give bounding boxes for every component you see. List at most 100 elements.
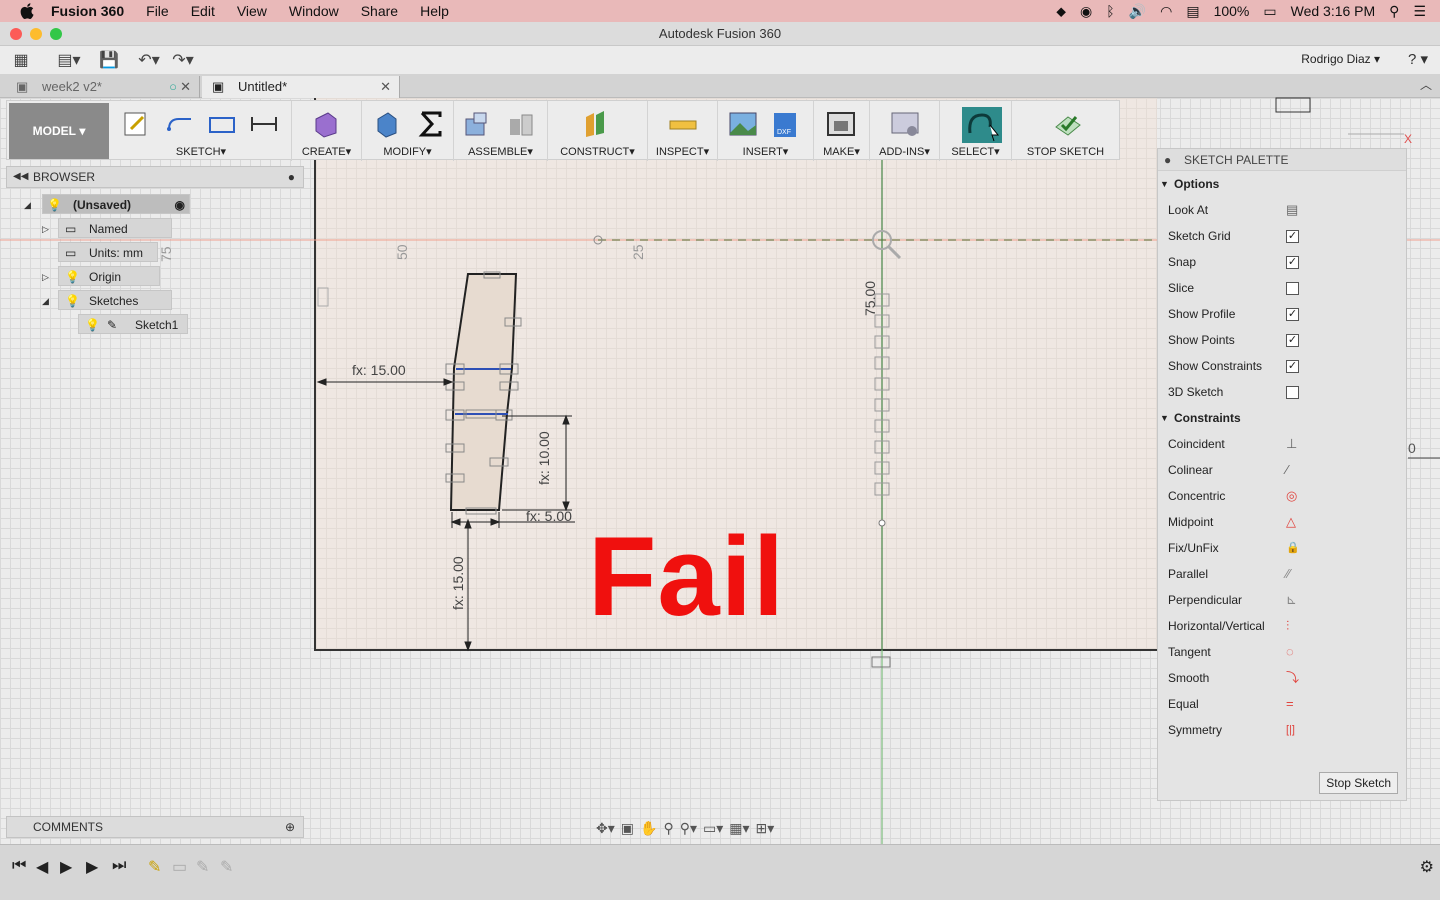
browser-node-units[interactable]: ▭ Units: mm <box>58 242 158 262</box>
step-back-icon[interactable]: ◀ <box>36 857 48 877</box>
3d-sketch-checkbox[interactable] <box>1286 386 1299 399</box>
rectangle-tool-icon[interactable] <box>207 109 237 139</box>
attached-canvas-icon[interactable] <box>728 109 758 139</box>
viewports-icon[interactable]: ⊞▾ <box>756 820 775 837</box>
timeline-feature-icon[interactable]: ✎ <box>196 857 209 877</box>
option-look-at[interactable]: Look At ▤ <box>1158 197 1406 223</box>
dimension-tool-icon[interactable] <box>249 109 279 139</box>
toolbar-group-stop-sketch[interactable]: STOP SKETCH <box>1011 101 1119 161</box>
timeline-sketch-feature-icon[interactable]: ✎ <box>148 857 161 877</box>
constraints-section-header[interactable]: ▼ Constraints <box>1158 405 1406 431</box>
sketch-menu-label[interactable]: SKETCH▾ <box>111 145 291 158</box>
toolbar-group-modify[interactable]: MODIFY▾ <box>361 101 453 161</box>
constraint-concentric[interactable]: Concentric ◎ <box>1158 483 1406 509</box>
toolbar-group-create[interactable]: CREATE▾ <box>291 101 361 161</box>
dimension-fx15-vertical[interactable]: fx: 15.00 <box>450 556 466 610</box>
sketch-grid-checkbox[interactable]: ✓ <box>1286 230 1299 243</box>
expand-triangle-icon[interactable]: ▷ <box>42 272 49 283</box>
symmetry-icon[interactable]: [|] <box>1286 717 1295 743</box>
palette-header[interactable]: ● SKETCH PALETTE <box>1158 149 1406 171</box>
zoom-icon[interactable]: ⚲ <box>663 820 673 837</box>
make-menu-label[interactable]: MAKE▾ <box>814 145 869 158</box>
assemble-menu-label[interactable]: ASSEMBLE▾ <box>454 145 547 158</box>
options-section-header[interactable]: ▼ Options <box>1158 171 1406 197</box>
visibility-bulb-icon[interactable]: 💡 <box>47 195 62 215</box>
step-forward-icon[interactable]: ▶ <box>86 857 98 877</box>
pin-icon[interactable]: ● <box>1164 149 1171 171</box>
browser-node-origin[interactable]: 💡 Origin <box>58 266 160 286</box>
equal-icon[interactable]: = <box>1286 691 1294 717</box>
expand-triangle-icon[interactable]: ◢ <box>42 296 49 307</box>
visibility-bulb-icon[interactable]: 💡 <box>65 291 80 311</box>
dimension-fx5[interactable]: fx: 5.00 <box>526 508 572 524</box>
modify-menu-label[interactable]: MODIFY▾ <box>362 145 453 158</box>
offset-plane-icon[interactable] <box>582 109 612 139</box>
browser-panel-header[interactable]: ◀◀ BROWSER ● <box>6 166 304 188</box>
constraint-parallel[interactable]: Parallel ∕∕ <box>1158 561 1406 587</box>
insert-dxf-icon[interactable]: DXF <box>770 109 800 139</box>
comments-panel[interactable]: COMMENTS ⊕ <box>6 816 304 838</box>
create-icon[interactable] <box>310 109 340 139</box>
option-show-profile[interactable]: Show Profile ✓ <box>1158 301 1406 327</box>
joint-icon[interactable] <box>506 109 536 139</box>
add-comment-icon[interactable]: ⊕ <box>285 817 295 837</box>
look-at-icon[interactable]: ▤ <box>1286 197 1298 223</box>
expand-triangle-icon[interactable]: ◢ <box>24 200 31 211</box>
browser-node-named-views[interactable]: ▭ Named Views <box>58 218 172 256</box>
stop-sketch-button[interactable]: Stop Sketch <box>1319 772 1398 794</box>
constraint-midpoint[interactable]: Midpoint △ <box>1158 509 1406 535</box>
dimension-fx15-horizontal[interactable]: fx: 15.00 <box>352 362 406 378</box>
lock-icon[interactable]: 🔒 <box>1286 535 1300 561</box>
visibility-bulb-icon[interactable]: 💡 <box>65 267 80 287</box>
display-settings-icon[interactable]: ▭▾ <box>703 820 723 837</box>
parallel-icon[interactable]: ∕∕ <box>1286 561 1290 587</box>
settings-gear-icon[interactable]: ⚙ <box>1420 857 1434 877</box>
constraint-perpendicular[interactable]: Perpendicular ⊾ <box>1158 587 1406 613</box>
pan-hand-icon[interactable]: ✋ <box>640 820 657 837</box>
snap-checkbox[interactable]: ✓ <box>1286 256 1299 269</box>
collapse-triangle-icon[interactable]: ▼ <box>1160 405 1169 431</box>
toolbar-group-select[interactable]: SELECT▾ <box>939 101 1011 161</box>
toolbar-group-addins[interactable]: ADD-INS▾ <box>869 101 939 161</box>
option-slice[interactable]: Slice <box>1158 275 1406 301</box>
coincident-icon[interactable]: ⊥ <box>1286 431 1297 457</box>
toolbar-group-inspect[interactable]: INSPECT▾ <box>647 101 717 161</box>
scripts-icon[interactable] <box>890 109 920 139</box>
pin-icon[interactable]: ● <box>288 167 295 187</box>
constraint-tangent[interactable]: Tangent ◌ <box>1158 639 1406 665</box>
new-component-icon[interactable] <box>462 109 492 139</box>
browser-node-sketches[interactable]: 💡 Sketches <box>58 290 172 310</box>
midpoint-icon[interactable]: △ <box>1286 509 1296 535</box>
toolbar-group-sketch[interactable]: SKETCH▾ <box>111 101 291 161</box>
perpendicular-icon[interactable]: ⊾ <box>1286 587 1297 613</box>
select-menu-label[interactable]: SELECT▾ <box>940 145 1011 158</box>
look-at-icon[interactable]: ▣ <box>621 820 634 837</box>
activate-radio-icon[interactable]: ◉ <box>175 195 185 215</box>
show-points-checkbox[interactable]: ✓ <box>1286 334 1299 347</box>
go-to-start-icon[interactable]: ⏮ <box>12 857 26 875</box>
toolbar-group-make[interactable]: MAKE▾ <box>813 101 869 161</box>
go-to-end-icon[interactable]: ⏭ <box>112 857 126 875</box>
fit-icon[interactable]: ⚲▾ <box>680 820 697 837</box>
timeline-feature-icon[interactable]: ✎ <box>220 857 233 877</box>
constraint-colinear[interactable]: Colinear ⁄ <box>1158 457 1406 483</box>
option-snap[interactable]: Snap ✓ <box>1158 249 1406 275</box>
sigma-icon[interactable] <box>416 109 446 139</box>
toolbar-group-construct[interactable]: CONSTRUCT▾ <box>547 101 647 161</box>
option-sketch-grid[interactable]: Sketch Grid ✓ <box>1158 223 1406 249</box>
smooth-icon[interactable]: ⤵ <box>1286 665 1299 691</box>
concentric-icon[interactable]: ◎ <box>1286 483 1297 509</box>
toolbar-group-insert[interactable]: DXF INSERT▾ <box>717 101 813 161</box>
browser-node-sketch1[interactable]: 💡 ✎ Sketch1 <box>78 314 188 334</box>
play-icon[interactable]: ▶ <box>60 857 72 877</box>
horizontal-vertical-icon[interactable]: ⫶ <box>1286 613 1289 639</box>
collapse-triangle-icon[interactable]: ▼ <box>1160 171 1169 197</box>
workspace-switcher[interactable]: MODEL ▾ <box>9 103 109 159</box>
addins-menu-label[interactable]: ADD-INS▾ <box>870 145 939 158</box>
show-profile-checkbox[interactable]: ✓ <box>1286 308 1299 321</box>
timeline-feature-icon[interactable]: ▭ <box>172 857 187 877</box>
colinear-icon[interactable]: ⁄ <box>1286 457 1288 483</box>
browser-node-root[interactable]: 💡 (Unsaved) ◉ <box>42 194 190 214</box>
constraint-symmetry[interactable]: Symmetry [|] <box>1158 717 1406 743</box>
option-show-points[interactable]: Show Points ✓ <box>1158 327 1406 353</box>
